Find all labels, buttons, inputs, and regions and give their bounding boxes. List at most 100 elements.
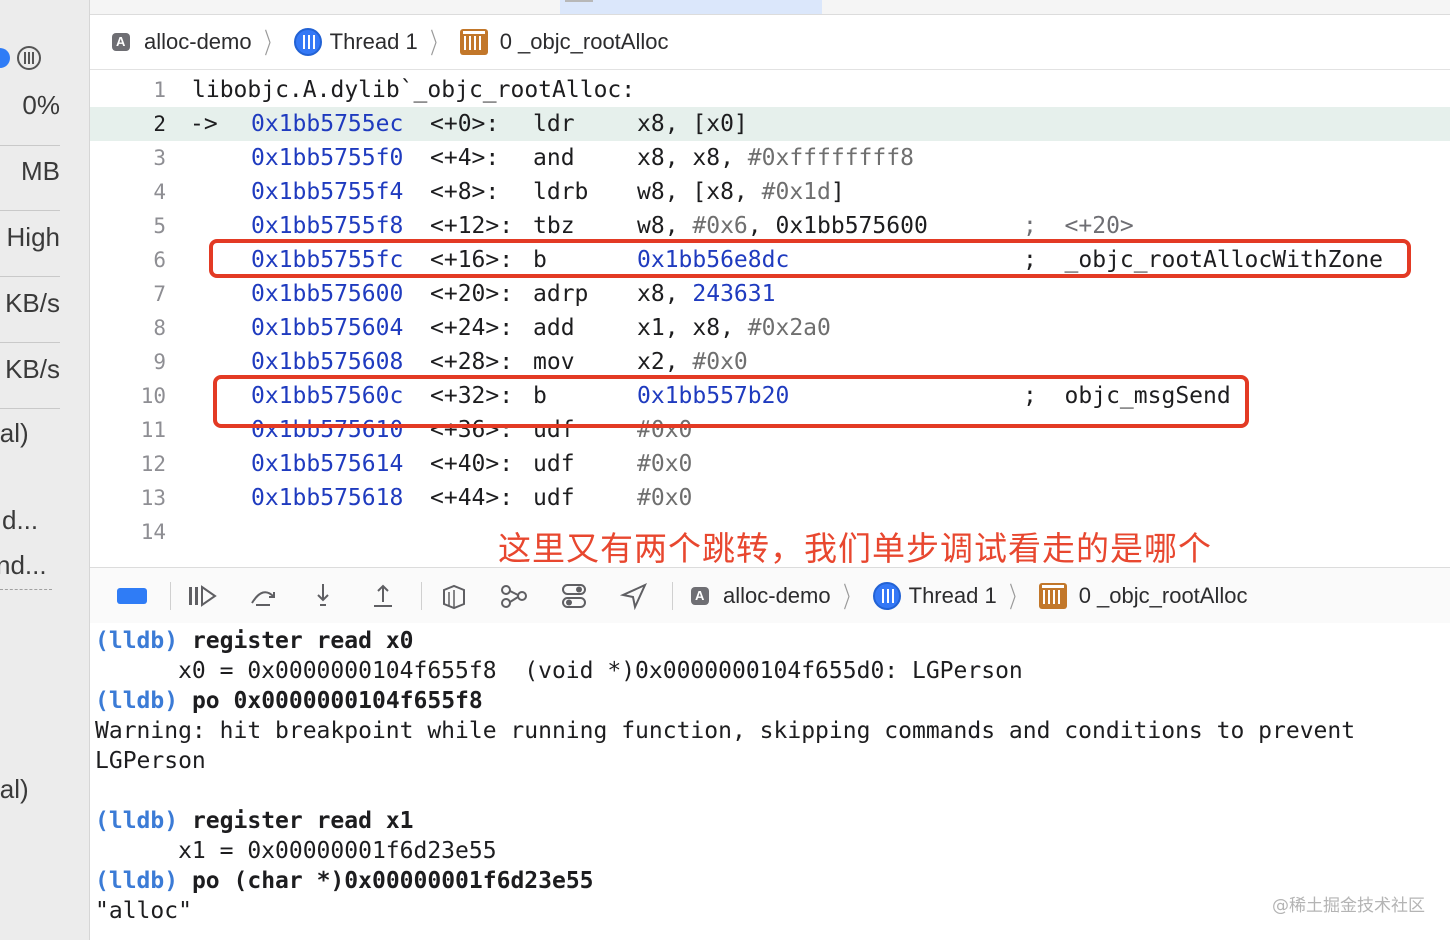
instruction-address[interactable]: 0x1bb575618	[251, 481, 403, 515]
step-out-button[interactable]	[361, 576, 405, 616]
disassembly-line[interactable]: 4 0x1bb5755f4 <+8>: ldrb w8, [x8, #0x1d]	[90, 175, 1450, 209]
thread-item-label[interactable]: ial)	[0, 774, 54, 805]
instruction-address[interactable]: 0x1bb575608	[251, 345, 403, 379]
network-gauge-value[interactable]: KB/s	[0, 354, 60, 385]
breadcrumb-app[interactable]: alloc-demo	[112, 29, 252, 55]
debug-breadcrumb-frame[interactable]: 0 _objc_rootAlloc	[1038, 582, 1248, 609]
line-number: 11	[140, 418, 166, 442]
disk-gauge-value[interactable]: KB/s	[0, 288, 60, 319]
breakpoints-toggle-button[interactable]	[110, 576, 154, 616]
instruction-address[interactable]: 0x1bb5755ec	[251, 107, 403, 141]
disassembly-line[interactable]: 13 0x1bb575618 <+44>: udf #0x0	[90, 481, 1450, 515]
debug-breadcrumb-app[interactable]: alloc-demo	[691, 583, 831, 609]
operand-symbol[interactable]: 243631	[692, 281, 775, 307]
line-number: 6	[153, 248, 166, 272]
instruction-operands: w8, [x8, #0x1d]	[637, 175, 845, 209]
instruction-operands: #0x0	[637, 481, 692, 515]
step-into-button[interactable]	[301, 576, 345, 616]
lldb-console[interactable]: @稀土掘金技术社区 (lldb) register read x0 x0 = 0…	[90, 623, 1450, 940]
operand-text: ]	[830, 179, 845, 205]
breadcrumb-thread-label: Thread 1	[329, 29, 418, 54]
continue-button[interactable]	[181, 576, 225, 616]
environment-overrides-button[interactable]	[552, 576, 596, 616]
disassembly-line[interactable]: 2 -> 0x1bb5755ec <+0>: ldr x8, [x0]	[90, 107, 1450, 141]
instruction-address[interactable]: 0x1bb575604	[251, 311, 403, 345]
disassembly-line[interactable]: 3 0x1bb5755f0 <+4>: and x8, x8, #0xffffffff8	[90, 141, 1450, 175]
disassembly-line[interactable]: 12 0x1bb575614 <+40>: udf #0x0	[90, 447, 1450, 481]
console-output-line: LGPerson	[95, 746, 206, 776]
operand-immediate: #0x6	[692, 213, 748, 239]
memory-graph-button[interactable]	[492, 576, 536, 616]
thread-icon	[872, 581, 901, 610]
instruction-mnemonic: ldr	[533, 111, 575, 137]
view-debugger-button[interactable]	[432, 576, 476, 616]
console-output-text: LGPerson	[95, 748, 206, 774]
instruction-operands: x8, x8, #0xffffffff8	[637, 141, 914, 175]
breadcrumb-thread[interactable]: Thread 1	[293, 28, 418, 56]
threads-gauge-icon[interactable]	[17, 46, 41, 70]
energy-gauge-value[interactable]: High	[0, 222, 60, 253]
breadcrumb-app-label: alloc-demo	[144, 29, 252, 54]
divider	[0, 342, 60, 343]
disassembly-line[interactable]: 7 0x1bb575600 <+20>: adrp x8, 243631	[90, 277, 1450, 311]
instruction-mnemonic: udf	[533, 485, 575, 511]
operand-immediate: #0x0	[692, 349, 748, 375]
tab-active[interactable]	[560, 0, 822, 14]
divider	[421, 581, 422, 610]
console-command-line: (lldb) register read x0	[95, 626, 414, 656]
simulate-location-button[interactable]	[612, 576, 656, 616]
console-command-line: (lldb) po (char *)0x00000001f6d23e55	[95, 866, 594, 896]
lldb-command: po (char *)0x00000001f6d23e55	[191, 868, 594, 894]
memory-gauge-value[interactable]: MB	[0, 156, 60, 187]
instruction-offset: <+40>:	[430, 451, 514, 477]
instruction-address[interactable]: 0x1bb5755f8	[251, 209, 403, 243]
line-number: 9	[153, 350, 166, 374]
line-number: 1	[153, 78, 166, 102]
instruction-comment: ; <+20>	[1023, 213, 1134, 239]
instruction-address[interactable]: 0x1bb575600	[251, 277, 403, 311]
breadcrumb-frame[interactable]: 0 _objc_rootAlloc	[459, 29, 668, 55]
thread-item-label[interactable]: ial)	[0, 418, 54, 449]
debug-breadcrumb-thread[interactable]: Thread 1	[872, 581, 997, 610]
instruction-operands: x8, [x0]	[637, 107, 748, 141]
step-over-button[interactable]	[241, 576, 285, 616]
divider	[170, 581, 171, 610]
annotation-text: 这里又有两个跳转，我们单步调试看走的是哪个	[498, 529, 1212, 568]
thread-item-label[interactable]: d...	[2, 505, 62, 536]
debug-breadcrumb-app-label: alloc-demo	[723, 582, 831, 608]
debug-gauges-sidebar: 0% MB High KB/s KB/s ial) d... nd... ial…	[0, 0, 90, 940]
instruction-offset: <+0>:	[430, 111, 500, 137]
line-number: 5	[153, 214, 166, 238]
instruction-address[interactable]: 0x1bb5755f0	[251, 141, 403, 175]
line-number: 14	[140, 520, 166, 544]
instruction-address[interactable]: 0x1bb5755f4	[251, 175, 403, 209]
operand-text: x8,	[637, 281, 693, 307]
disassembly-line[interactable]: 5 0x1bb5755f8 <+12>: tbz w8, #0x6, 0x1bb5756…	[90, 209, 1450, 243]
lldb-command: po 0x0000000104f655f8	[191, 688, 483, 714]
thread-icon	[293, 28, 322, 56]
line-number: 13	[140, 486, 166, 510]
watermark: @稀土掘金技术社区	[1272, 896, 1425, 916]
operand-immediate: #0x1d	[761, 179, 831, 205]
disassembly-line[interactable]: 8 0x1bb575604 <+24>: add x1, x8, #0x2a0	[90, 311, 1450, 345]
console-output-text: x0 = 0x0000000104f655f8 (void *)0x000000…	[95, 658, 1023, 684]
instruction-mnemonic: tbz	[533, 213, 575, 239]
disassembly-line[interactable]: 9 0x1bb575608 <+28>: mov x2, #0x0	[90, 345, 1450, 379]
instruction-offset: <+44>:	[430, 485, 514, 511]
line-number: 2	[153, 112, 166, 136]
instruction-mnemonic: udf	[533, 451, 575, 477]
breakpoint-indicator-icon	[0, 48, 10, 68]
program-counter-arrow: ->	[190, 111, 218, 137]
thread-item-label[interactable]: nd...	[0, 550, 56, 581]
location-arrow-icon	[620, 582, 648, 610]
operand-text: w8, [x8,	[637, 179, 762, 205]
debug-breadcrumb-frame-label: 0 _objc_rootAlloc	[1078, 582, 1248, 608]
disassembly-line[interactable]: 1 libobjc.A.dylib`_objc_rootAlloc:	[90, 73, 1450, 107]
disassembly-view[interactable]: 1 libobjc.A.dylib`_objc_rootAlloc: 2 -> 0x1b…	[90, 72, 1450, 568]
line-number: 12	[140, 452, 166, 476]
divider	[0, 408, 60, 409]
instruction-address[interactable]: 0x1bb575614	[251, 447, 403, 481]
cpu-gauge-value[interactable]: 0%	[0, 90, 60, 121]
instruction-operands: #0x0	[637, 447, 692, 481]
instruction-mnemonic: adrp	[533, 281, 589, 307]
